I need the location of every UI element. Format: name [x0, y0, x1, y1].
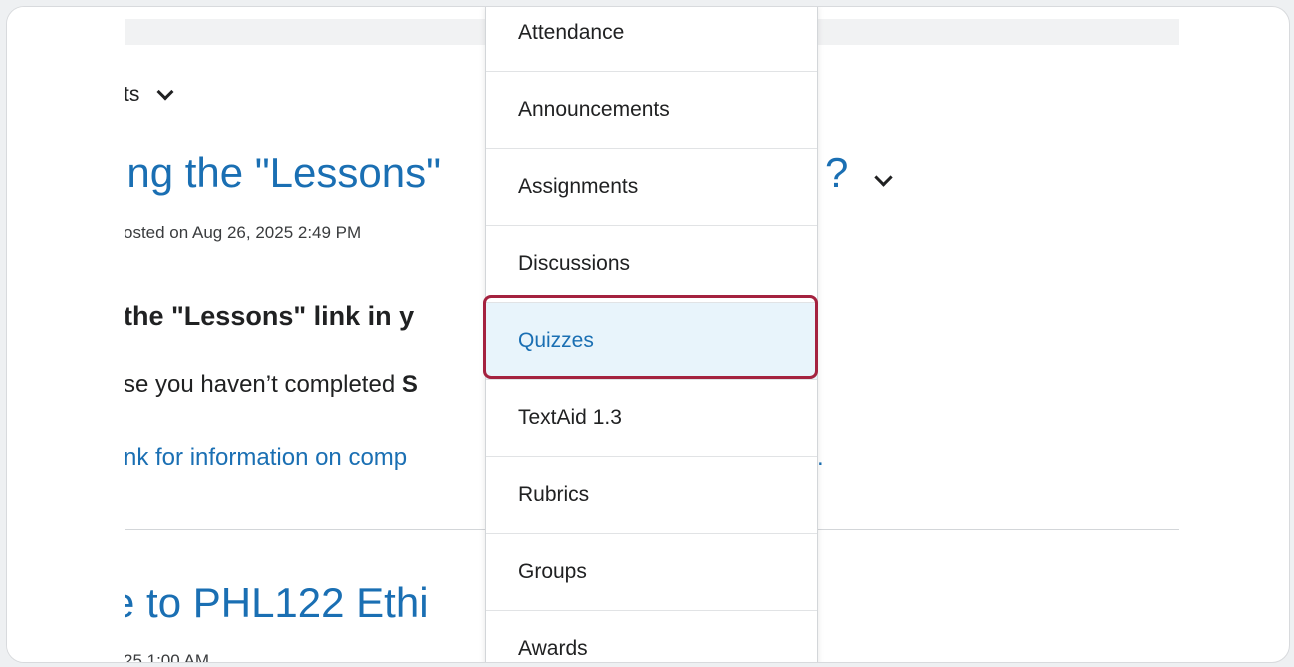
tools-dropdown-menu: Attendance Announcements Assignments Dis…: [485, 7, 818, 662]
menu-item-attendance[interactable]: Attendance: [486, 7, 817, 72]
post-heading: the "Lessons" link in y: [123, 301, 415, 331]
post-title-link[interactable]: e to PHL122 Ethi: [111, 579, 429, 627]
post-title-link[interactable]: ing the "Lessons": [117, 149, 441, 197]
menu-item-quizzes[interactable]: Quizzes: [486, 303, 817, 380]
menu-item-discussions[interactable]: Discussions: [486, 226, 817, 303]
menu-item-awards[interactable]: Awards: [486, 611, 817, 662]
post-body-line: se you haven’t completed: [123, 371, 402, 398]
menu-item-assignments[interactable]: Assignments: [486, 149, 817, 226]
post-title-link-tail[interactable]: ?: [825, 149, 848, 197]
post-body-link[interactable]: nk for information on comp: [123, 444, 407, 472]
menu-item-announcements[interactable]: Announcements: [486, 72, 817, 149]
post-body-link-tail[interactable]: .: [817, 444, 824, 472]
menu-item-groups[interactable]: Groups: [486, 534, 817, 611]
chevron-down-icon[interactable]: [874, 168, 893, 187]
main-content: ts ing the "Lessons" ? osted on Aug 26, …: [7, 7, 1289, 662]
screenshot-frame: ts ing the "Lessons" ? osted on Aug 26, …: [6, 6, 1290, 663]
menu-item-textaid[interactable]: TextAid 1.3: [486, 380, 817, 457]
post-body-text: se you haven’t completed S: [123, 371, 418, 399]
post-date: 25 1:00 AM: [123, 651, 210, 663]
left-clip: [7, 7, 125, 662]
post-body-bold: S: [401, 371, 418, 398]
chevron-down-icon[interactable]: [156, 83, 174, 101]
post-date: osted on Aug 26, 2025 2:49 PM: [123, 223, 362, 242]
widget-title: ts: [123, 83, 140, 106]
announcements-widget-header[interactable]: ts: [123, 83, 174, 107]
menu-item-rubrics[interactable]: Rubrics: [486, 457, 817, 534]
